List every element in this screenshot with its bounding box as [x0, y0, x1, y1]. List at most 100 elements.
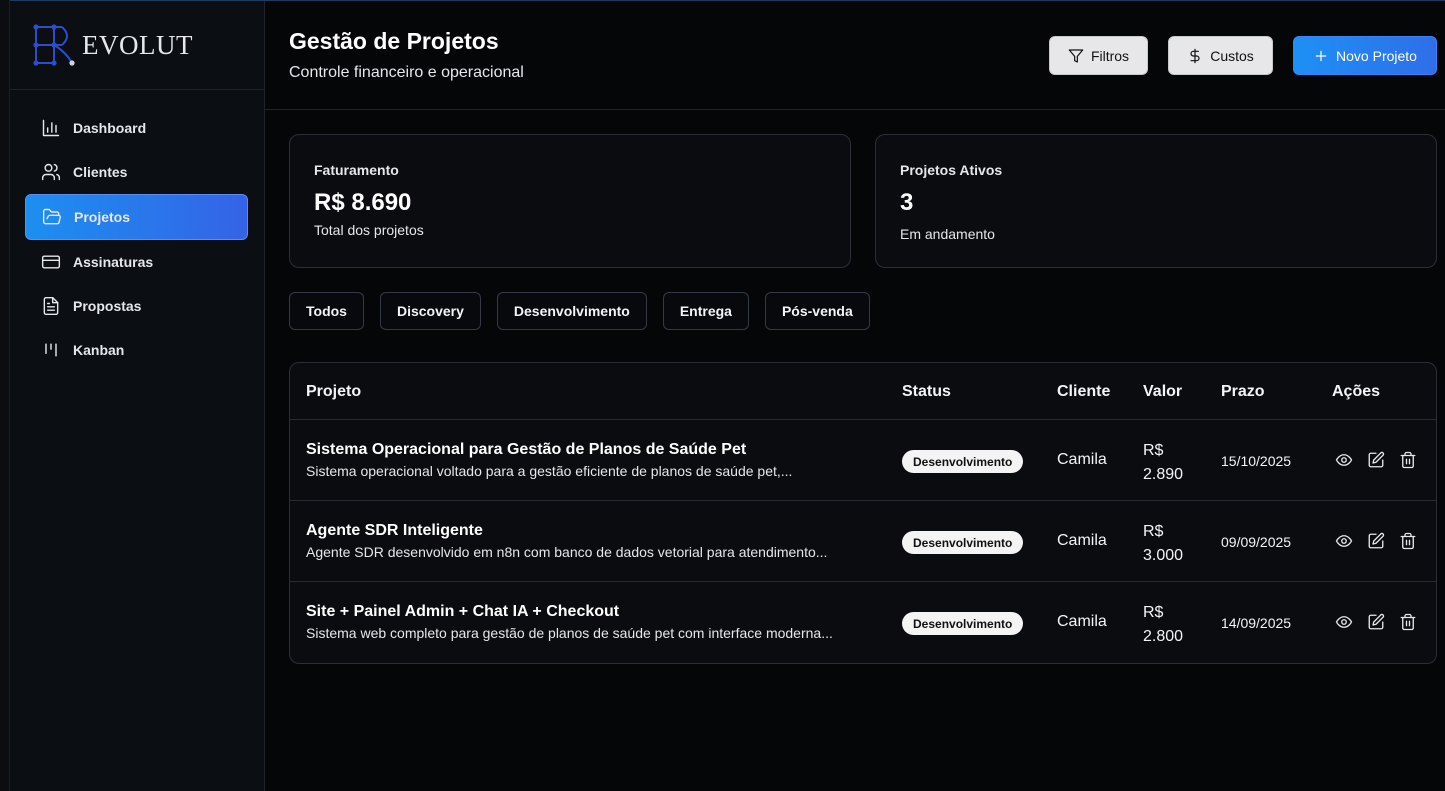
window-left-edge — [0, 0, 10, 791]
delete-button[interactable] — [1399, 532, 1417, 550]
eye-icon — [1335, 454, 1353, 466]
delete-button[interactable] — [1399, 613, 1417, 631]
plus-icon — [1315, 50, 1327, 61]
page-title: Gestão de Projetos — [289, 28, 499, 54]
column-header-status: Status — [902, 383, 951, 400]
main-content: Gestão de Projetos Controle financeiro e… — [265, 1, 1445, 791]
table-row[interactable]: Sistema Operacional para Gestão de Plano… — [290, 420, 1436, 501]
active-projects-label: Projetos Ativos — [900, 162, 1003, 178]
edit-icon — [1368, 613, 1385, 630]
project-deadline: 14/09/2025 — [1221, 615, 1292, 631]
column-header-cliente: Cliente — [1057, 383, 1111, 400]
brand-name: EVOLUT — [82, 29, 193, 60]
table-row[interactable]: Site + Painel Admin + Chat IA + Checkout… — [290, 582, 1436, 663]
credit-card-icon — [41, 255, 61, 269]
value-amount: 2.800 — [1143, 628, 1184, 645]
project-client: Camila — [1057, 532, 1107, 549]
sidebar-item-dashboard[interactable]: Dashboard — [25, 106, 248, 150]
filters-button[interactable]: Filtros — [1049, 36, 1148, 75]
trash-icon — [1400, 532, 1416, 550]
status-badge: Desenvolvimento — [902, 612, 1024, 635]
filters-button-label: Filtros — [1090, 47, 1130, 64]
sidebar-item-propostas[interactable]: Propostas — [25, 284, 248, 328]
status-badge: Desenvolvimento — [902, 450, 1024, 473]
costs-button-label: Custos — [1210, 47, 1254, 64]
kanban-icon — [45, 343, 57, 357]
new-project-button[interactable]: Novo Projeto — [1293, 36, 1437, 75]
status-filter-tabs: Todos Discovery Desenvolvimento Entrega … — [289, 292, 870, 330]
sidebar: EVOLUT Dashboard Clientes Projetos Assin… — [10, 1, 265, 791]
projects-table: Projeto Status Cliente Valor Prazo Ações… — [289, 362, 1437, 664]
project-description: Sistema operacional voltado para a gestã… — [306, 463, 793, 479]
value-currency: R$ — [1143, 523, 1164, 540]
delete-button[interactable] — [1399, 451, 1417, 469]
active-projects-subtext: Em andamento — [900, 226, 995, 242]
view-button[interactable] — [1335, 532, 1353, 550]
sidebar-item-label: Propostas — [73, 298, 142, 314]
filter-icon — [1068, 48, 1084, 63]
value-amount: 3.000 — [1143, 547, 1184, 564]
project-value: R$ 2.800 — [1143, 601, 1203, 649]
revenue-subtext: Total dos projetos — [314, 222, 424, 238]
sidebar-item-label: Clientes — [73, 164, 128, 180]
project-value: R$ 2.890 — [1143, 439, 1203, 487]
view-button[interactable] — [1335, 613, 1353, 631]
edit-button[interactable] — [1367, 613, 1385, 631]
project-client: Camila — [1057, 451, 1107, 468]
trash-icon — [1400, 451, 1416, 469]
eye-icon — [1335, 535, 1353, 547]
project-name[interactable]: Site + Painel Admin + Chat IA + Checkout — [306, 603, 619, 621]
sidebar-nav: Dashboard Clientes Projetos Assinaturas … — [10, 90, 264, 372]
filter-tab-todos[interactable]: Todos — [289, 292, 364, 330]
project-value: R$ 3.000 — [1143, 520, 1203, 568]
column-header-prazo: Prazo — [1221, 383, 1265, 400]
sidebar-item-label: Dashboard — [73, 120, 147, 136]
evolut-logo-icon — [33, 24, 75, 66]
edit-icon — [1368, 451, 1385, 468]
status-badge: Desenvolvimento — [902, 531, 1024, 554]
sidebar-item-label: Assinaturas — [73, 254, 154, 270]
filter-tab-pos-venda[interactable]: Pós-venda — [764, 292, 870, 330]
column-header-valor: Valor — [1143, 383, 1183, 400]
brand-logo[interactable]: EVOLUT — [10, 1, 264, 90]
view-button[interactable] — [1335, 451, 1353, 469]
dollar-sign-icon — [1190, 48, 1200, 63]
folder-open-icon — [42, 208, 61, 225]
page-subtitle: Controle financeiro e operacional — [289, 64, 524, 81]
bar-chart-icon — [42, 119, 60, 137]
sidebar-item-assinaturas[interactable]: Assinaturas — [25, 240, 248, 284]
edit-icon — [1368, 532, 1385, 549]
active-projects-card: Projetos Ativos 3 Em andamento — [875, 134, 1437, 268]
eye-icon — [1335, 616, 1353, 628]
project-deadline: 09/09/2025 — [1221, 534, 1292, 550]
value-currency: R$ — [1143, 442, 1164, 459]
project-description: Sistema web completo para gestão de plan… — [306, 625, 833, 641]
edit-button[interactable] — [1367, 532, 1385, 550]
project-description: Agente SDR desenvolvido em n8n com banco… — [306, 544, 828, 560]
revenue-label: Faturamento — [314, 162, 399, 178]
table-row[interactable]: Agente SDR Inteligente Agente SDR desenv… — [290, 501, 1436, 582]
users-icon — [41, 163, 61, 181]
column-header-acoes: Ações — [1332, 383, 1381, 400]
trash-icon — [1400, 613, 1416, 631]
value-amount: 2.890 — [1143, 466, 1184, 483]
column-header-projeto: Projeto — [306, 383, 362, 400]
value-currency: R$ — [1143, 604, 1164, 621]
sidebar-item-label: Projetos — [74, 209, 131, 225]
file-text-icon — [43, 296, 59, 316]
page-header: Gestão de Projetos Controle financeiro e… — [265, 1, 1445, 110]
revenue-value: R$ 8.690 — [314, 189, 412, 216]
filter-tab-desenvolvimento[interactable]: Desenvolvimento — [496, 292, 647, 330]
new-project-button-label: Novo Projeto — [1336, 47, 1417, 64]
table-header: Projeto Status Cliente Valor Prazo Ações — [290, 363, 1436, 420]
project-name[interactable]: Agente SDR Inteligente — [306, 522, 483, 540]
costs-button[interactable]: Custos — [1168, 36, 1273, 75]
edit-button[interactable] — [1367, 451, 1385, 469]
sidebar-item-projetos[interactable]: Projetos — [25, 194, 248, 240]
project-deadline: 15/10/2025 — [1221, 453, 1292, 469]
sidebar-item-clientes[interactable]: Clientes — [25, 150, 248, 194]
project-name[interactable]: Sistema Operacional para Gestão de Plano… — [306, 441, 746, 459]
filter-tab-entrega[interactable]: Entrega — [662, 292, 749, 330]
filter-tab-discovery[interactable]: Discovery — [379, 292, 481, 330]
sidebar-item-kanban[interactable]: Kanban — [25, 328, 248, 372]
